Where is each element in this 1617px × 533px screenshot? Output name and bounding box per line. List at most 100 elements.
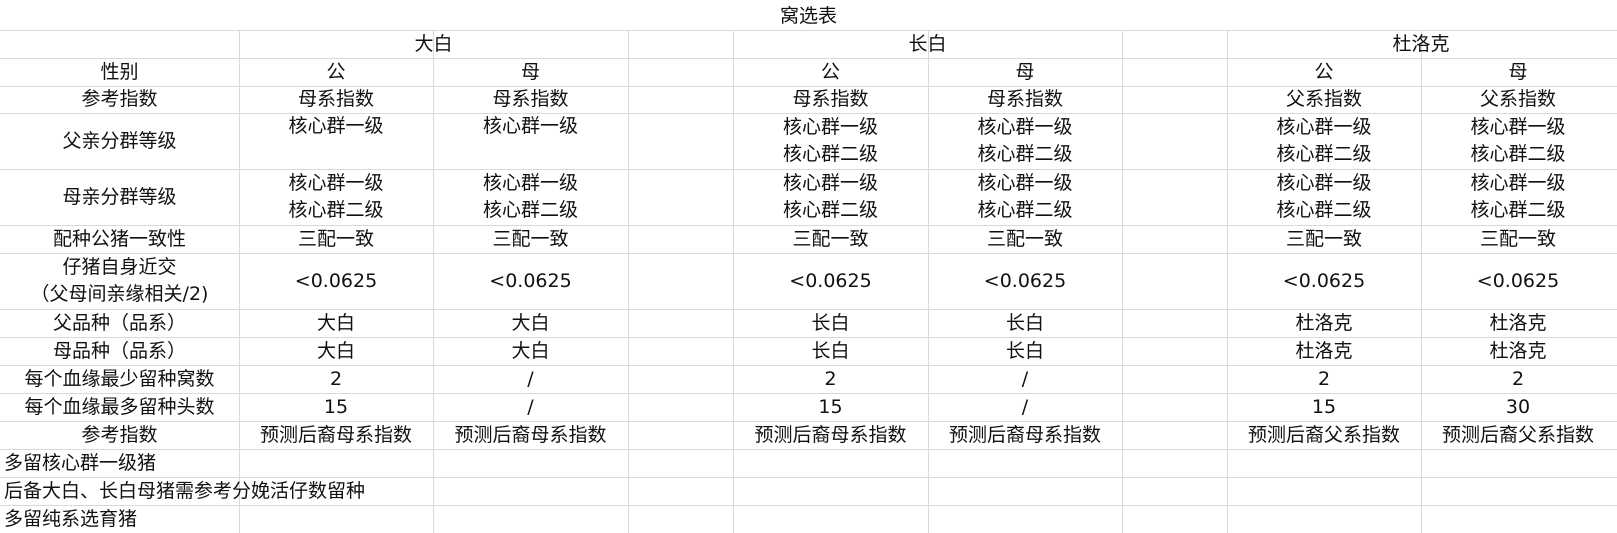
cell-line: 核心群二级 xyxy=(1470,143,1566,165)
note-row-1[interactable]: 多留核心群一级猪 xyxy=(0,449,500,477)
cell-line: 核心群二级 xyxy=(1276,143,1372,165)
cell-large-white-sow-sex[interactable]: 母 xyxy=(433,58,628,86)
note-row-2[interactable]: 后备大白、长白母猪需参考分娩活仔数留种 xyxy=(0,477,500,505)
row-label-max-heads[interactable]: 每个血缘最多留种头数 xyxy=(0,393,239,421)
inbreeding-label-line1: 仔猪自身近交 xyxy=(62,256,177,278)
cell-large-white-boar-sex[interactable]: 公 xyxy=(239,58,433,86)
row-label-min-litters[interactable]: 每个血缘最少留种窝数 xyxy=(0,365,239,393)
cell-large-white-boar-ref-index[interactable]: 母系指数 xyxy=(239,86,433,113)
cell-lines: 核心群一级 核心群二级 xyxy=(1276,114,1371,168)
cell-large-white-sow-max-heads[interactable]: / xyxy=(433,393,628,421)
row-label-sex[interactable]: 性别 xyxy=(0,58,239,86)
cell-large-white-boar-ref-index2[interactable]: 预测后裔母系指数 xyxy=(239,421,433,449)
cell-duroc-boar-mother-breed[interactable]: 杜洛克 xyxy=(1227,337,1421,365)
breed-header-duroc[interactable]: 杜洛克 xyxy=(1227,30,1615,58)
sheet-title[interactable]: 窝选表 xyxy=(0,3,1617,30)
cell-duroc-sow-mother-breed[interactable]: 杜洛克 xyxy=(1421,337,1615,365)
cell-duroc-boar-ref-index[interactable]: 父系指数 xyxy=(1227,86,1421,113)
cell-large-white-sow-ref-index[interactable]: 母系指数 xyxy=(433,86,628,113)
cell-landrace-sow-father-grade[interactable]: 核心群一级 核心群二级 xyxy=(928,113,1122,169)
cell-landrace-boar-mother-grade[interactable]: 核心群一级 核心群二级 xyxy=(733,169,928,225)
cell-large-white-sow-father-grade[interactable]: 核心群一级 xyxy=(433,113,628,169)
cell-duroc-boar-max-heads[interactable]: 15 xyxy=(1227,393,1421,421)
cell-line: 核心群一级 xyxy=(288,172,384,194)
cell-duroc-boar-min-litters[interactable]: 2 xyxy=(1227,365,1421,393)
cell-landrace-boar-ref-index2[interactable]: 预测后裔母系指数 xyxy=(733,421,928,449)
cell-landrace-boar-sex[interactable]: 公 xyxy=(733,58,928,86)
cell-landrace-sow-mother-breed[interactable]: 长白 xyxy=(928,337,1122,365)
cell-duroc-boar-mother-grade[interactable]: 核心群一级 核心群二级 xyxy=(1227,169,1421,225)
row-label-inbreeding[interactable]: 仔猪自身近交 （父母间亲缘相关/2) xyxy=(0,253,239,309)
breed-header-landrace[interactable]: 长白 xyxy=(733,30,1122,58)
cell-lines: 核心群一级 核心群二级 xyxy=(1470,170,1565,224)
cell-large-white-boar-max-heads[interactable]: 15 xyxy=(239,393,433,421)
breed-header-large-white[interactable]: 大白 xyxy=(239,30,628,58)
cell-duroc-sow-max-heads[interactable]: 30 xyxy=(1421,393,1615,421)
cell-large-white-sow-min-litters[interactable]: / xyxy=(433,365,628,393)
cell-landrace-boar-max-heads[interactable]: 15 xyxy=(733,393,928,421)
inbreeding-label-line2: （父母间亲缘相关/2) xyxy=(30,283,209,305)
row-label-ref-index-2[interactable]: 参考指数 xyxy=(0,421,239,449)
cell-large-white-sow-mother-grade[interactable]: 核心群一级 核心群二级 xyxy=(433,169,628,225)
cell-duroc-sow-ref-index2[interactable]: 预测后裔父系指数 xyxy=(1421,421,1615,449)
cell-landrace-boar-father-grade[interactable]: 核心群一级 核心群二级 xyxy=(733,113,928,169)
cell-duroc-boar-boar-consistency[interactable]: 三配一致 xyxy=(1227,225,1421,253)
cell-duroc-sow-inbreeding[interactable]: <0.0625 xyxy=(1421,253,1615,309)
cell-large-white-sow-ref-index2[interactable]: 预测后裔母系指数 xyxy=(433,421,628,449)
cell-landrace-sow-ref-index[interactable]: 母系指数 xyxy=(928,86,1122,113)
row-label-mother-breed[interactable]: 母品种（品系） xyxy=(0,337,239,365)
cell-lines: 核心群一级 核心群二级 xyxy=(483,170,578,224)
cell-line: 核心群一级 xyxy=(1470,172,1566,194)
cell-landrace-boar-min-litters[interactable]: 2 xyxy=(733,365,928,393)
cell-line: 核心群二级 xyxy=(482,199,578,221)
cell-landrace-boar-father-breed[interactable]: 长白 xyxy=(733,309,928,337)
cell-line: 核心群一级 xyxy=(1470,116,1566,138)
cell-large-white-sow-father-breed[interactable]: 大白 xyxy=(433,309,628,337)
note-row-3[interactable]: 多留纯系选育猪 xyxy=(0,505,500,533)
cell-lines: 核心群一级 xyxy=(288,113,383,140)
cell-landrace-sow-sex[interactable]: 母 xyxy=(928,58,1122,86)
cell-duroc-boar-inbreeding[interactable]: <0.0625 xyxy=(1227,253,1421,309)
cell-large-white-boar-father-grade[interactable]: 核心群一级 xyxy=(239,113,433,169)
cell-large-white-sow-mother-breed[interactable]: 大白 xyxy=(433,337,628,365)
cell-large-white-boar-father-breed[interactable]: 大白 xyxy=(239,309,433,337)
cell-line: 核心群一级 xyxy=(482,115,578,137)
cell-duroc-sow-ref-index[interactable]: 父系指数 xyxy=(1421,86,1615,113)
cell-large-white-boar-min-litters[interactable]: 2 xyxy=(239,365,433,393)
cell-landrace-sow-inbreeding[interactable]: <0.0625 xyxy=(928,253,1122,309)
cell-large-white-boar-mother-grade[interactable]: 核心群一级 核心群二级 xyxy=(239,169,433,225)
cell-lines: 核心群一级 核心群二级 xyxy=(288,170,383,224)
cell-landrace-sow-father-breed[interactable]: 长白 xyxy=(928,309,1122,337)
cell-duroc-sow-min-litters[interactable]: 2 xyxy=(1421,365,1615,393)
cell-landrace-sow-max-heads[interactable]: / xyxy=(928,393,1122,421)
cell-large-white-sow-boar-consistency[interactable]: 三配一致 xyxy=(433,225,628,253)
cell-duroc-sow-boar-consistency[interactable]: 三配一致 xyxy=(1421,225,1615,253)
cell-landrace-sow-boar-consistency[interactable]: 三配一致 xyxy=(928,225,1122,253)
cell-large-white-boar-inbreeding[interactable]: <0.0625 xyxy=(239,253,433,309)
cell-duroc-boar-father-breed[interactable]: 杜洛克 xyxy=(1227,309,1421,337)
cell-landrace-boar-ref-index[interactable]: 母系指数 xyxy=(733,86,928,113)
inbreeding-label-lines: 仔猪自身近交 （父母间亲缘相关/2) xyxy=(31,254,209,308)
cell-large-white-sow-inbreeding[interactable]: <0.0625 xyxy=(433,253,628,309)
row-label-father-grade[interactable]: 父亲分群等级 xyxy=(0,113,239,169)
cell-landrace-boar-inbreeding[interactable]: <0.0625 xyxy=(733,253,928,309)
cell-duroc-sow-mother-grade[interactable]: 核心群一级 核心群二级 xyxy=(1421,169,1615,225)
cell-line: 核心群一级 xyxy=(782,116,878,138)
cell-landrace-sow-mother-grade[interactable]: 核心群一级 核心群二级 xyxy=(928,169,1122,225)
row-label-father-breed[interactable]: 父品种（品系） xyxy=(0,309,239,337)
cell-landrace-boar-mother-breed[interactable]: 长白 xyxy=(733,337,928,365)
cell-landrace-boar-boar-consistency[interactable]: 三配一致 xyxy=(733,225,928,253)
row-label-boar-consistency[interactable]: 配种公猪一致性 xyxy=(0,225,239,253)
cell-large-white-boar-boar-consistency[interactable]: 三配一致 xyxy=(239,225,433,253)
cell-landrace-sow-ref-index2[interactable]: 预测后裔母系指数 xyxy=(928,421,1122,449)
row-label-ref-index[interactable]: 参考指数 xyxy=(0,86,239,113)
cell-landrace-sow-min-litters[interactable]: / xyxy=(928,365,1122,393)
cell-duroc-boar-sex[interactable]: 公 xyxy=(1227,58,1421,86)
row-label-mother-grade[interactable]: 母亲分群等级 xyxy=(0,169,239,225)
cell-duroc-sow-father-grade[interactable]: 核心群一级核心群二级 xyxy=(1421,113,1615,169)
cell-duroc-boar-ref-index2[interactable]: 预测后裔父系指数 xyxy=(1227,421,1421,449)
cell-duroc-sow-father-breed[interactable]: 杜洛克 xyxy=(1421,309,1615,337)
cell-large-white-boar-mother-breed[interactable]: 大白 xyxy=(239,337,433,365)
cell-duroc-boar-father-grade[interactable]: 核心群一级 核心群二级 xyxy=(1227,113,1421,169)
cell-duroc-sow-sex[interactable]: 母 xyxy=(1421,58,1615,86)
